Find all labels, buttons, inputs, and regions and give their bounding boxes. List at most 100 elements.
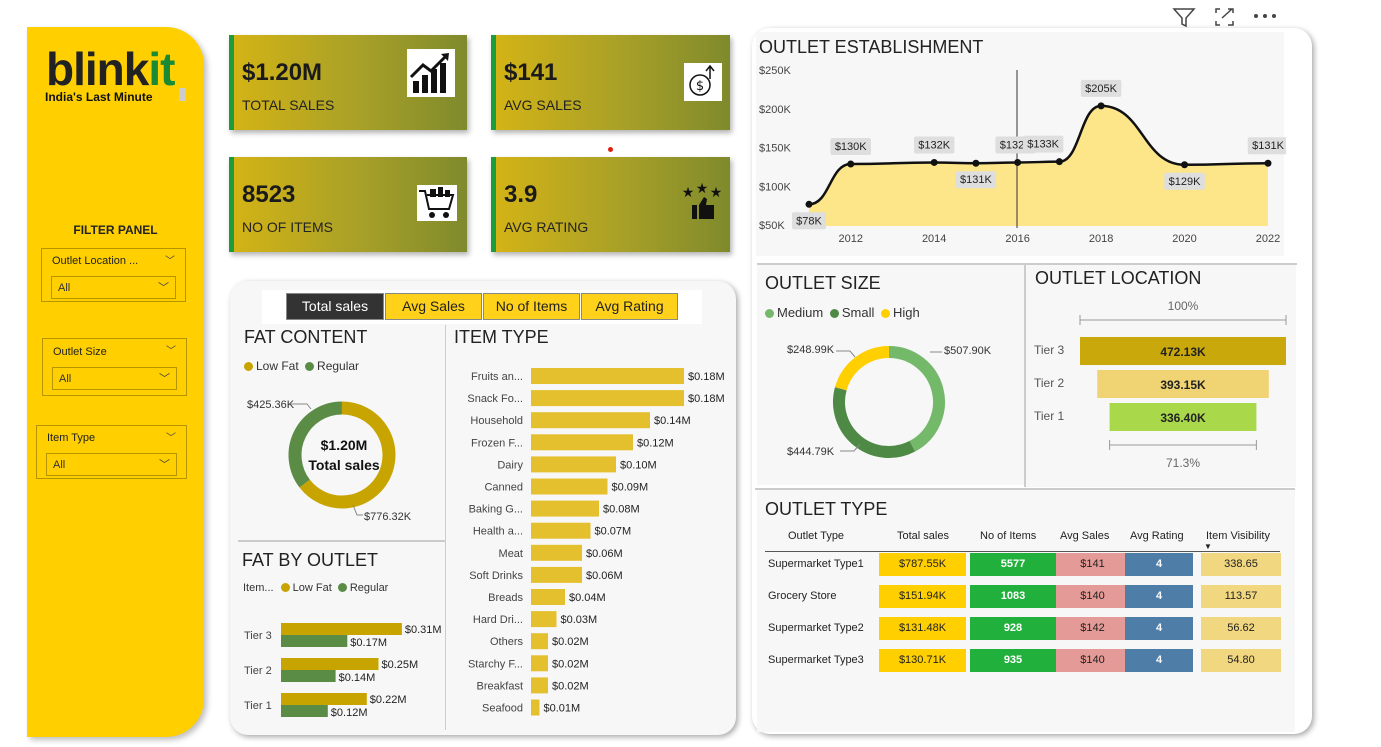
slicer-item-type[interactable]: Item Type ﹀ All ﹀ — [36, 425, 187, 479]
axis-tick-label: Frozen F... — [471, 437, 523, 449]
filter-icon[interactable] — [1172, 6, 1196, 28]
item-bar — [531, 633, 548, 650]
fat-content-title: FAT CONTENT — [244, 327, 368, 347]
kpi-avg-rating[interactable]: 3.9 AVG RATING ★ ★ ★ — [491, 157, 730, 252]
item-bar — [531, 390, 684, 407]
table-cell: $141 — [1056, 553, 1129, 576]
table-cell: 56.62 — [1201, 617, 1281, 640]
item-bar — [531, 456, 616, 473]
kpi-value: 3.9 — [504, 181, 538, 208]
data-label: $132K — [918, 139, 950, 151]
kpi-total-sales[interactable]: $1.20M TOTAL SALES — [229, 35, 467, 130]
legend-dot — [244, 362, 253, 371]
outlet-location-funnel[interactable]: 100% Tier 3 472.13K Tier 2 393.15K Tier 1 336.… — [1030, 295, 1294, 475]
table-cell: $131.48K — [879, 617, 966, 640]
table-cell: Supermarket Type3 — [768, 654, 864, 666]
donut-center-value: $1.20M — [320, 437, 368, 453]
donut-slice — [888, 346, 945, 452]
data-label: $0.14M — [654, 415, 691, 427]
item-type-chart[interactable]: Fruits an... $0.18M Snack Fo... $0.18M House… — [450, 362, 732, 722]
table-cell: 54.80 — [1201, 649, 1281, 672]
item-bar — [531, 544, 582, 561]
table-header[interactable]: Avg Rating — [1130, 525, 1184, 548]
axis-tick-label: Tier 1 — [1034, 409, 1065, 423]
donut-slice — [833, 387, 916, 458]
table-header[interactable]: Item Visibility — [1206, 525, 1270, 548]
kpi-value: $141 — [504, 59, 558, 86]
legend-dot — [765, 309, 774, 318]
axis-tick-label: 2020 — [1172, 233, 1196, 245]
outlet-type-table[interactable]: Outlet Type Total sales No of Items Avg Sal… — [760, 525, 1290, 685]
axis-tick-label: Tier 1 — [244, 700, 272, 712]
axis-tick-label: Tier 2 — [1034, 376, 1065, 390]
axis-tick-label: Canned — [484, 482, 523, 494]
tab-avg-rating[interactable]: Avg Rating — [581, 293, 678, 320]
axis-tick-label: $200K — [759, 104, 791, 116]
divider — [445, 325, 446, 730]
more-options-icon[interactable] — [1253, 12, 1277, 20]
tab-total-sales[interactable]: Total sales — [286, 293, 384, 320]
data-label: $425.36K — [247, 399, 295, 411]
table-header[interactable]: Avg Sales — [1060, 525, 1109, 548]
slicer-value: All — [59, 373, 72, 385]
chevron-down-icon[interactable]: ﹀ — [166, 429, 176, 444]
outlet-size-legend[interactable]: Medium Small High — [765, 305, 920, 320]
focus-mode-icon[interactable] — [1214, 7, 1236, 27]
axis-tick-label: Household — [470, 415, 523, 427]
axis-tick-label: Breakfast — [477, 680, 523, 692]
data-label: $0.18M — [688, 371, 725, 383]
fat-by-outlet-legend[interactable]: Item... Low Fat Regular — [243, 582, 388, 594]
axis-tick-label: Dairy — [497, 459, 523, 471]
table-cell: Supermarket Type1 — [768, 558, 864, 570]
table-cell: 4 — [1125, 585, 1193, 608]
chevron-down-icon: ﹀ — [158, 282, 169, 294]
chevron-down-icon[interactable]: ﹀ — [165, 252, 175, 267]
fat-content-legend[interactable]: Low Fat Regular — [244, 359, 359, 373]
chevron-down-icon[interactable]: ﹀ — [166, 342, 176, 357]
table-header[interactable]: Outlet Type — [788, 525, 844, 548]
tab-avg-sales[interactable]: Avg Sales — [385, 293, 482, 320]
slicer-outlet-location[interactable]: Outlet Location ... ﹀ All ﹀ — [41, 248, 186, 302]
data-point — [1264, 159, 1272, 167]
slicer-dropdown[interactable]: All ﹀ — [51, 276, 176, 299]
outlet-establishment-chart[interactable]: $250K $200K $150K $100K $50K 2012 2014 2016 2018… — [756, 58, 1286, 253]
axis-tick-label: 2014 — [922, 233, 946, 245]
bar-regular — [281, 705, 328, 717]
table-header[interactable]: Total sales — [897, 525, 949, 548]
filter-panel-title: FILTER PANEL — [73, 223, 158, 237]
data-label: $248.99K — [787, 344, 835, 356]
funnel-bottom-label: 71.3% — [1166, 456, 1200, 470]
bar-low-fat — [281, 693, 367, 705]
table-cell: 5577 — [970, 553, 1056, 576]
data-label: $133K — [1027, 139, 1059, 151]
kpi-no-of-items[interactable]: 8523 NO OF ITEMS — [229, 157, 467, 252]
rating-stars-icon: ★ ★ ★ — [682, 183, 722, 219]
slicer-outlet-size[interactable]: Outlet Size ﹀ All ﹀ — [42, 338, 187, 396]
data-label: $0.18M — [688, 393, 725, 405]
data-label: $131K — [1252, 140, 1284, 152]
leader-line — [836, 350, 856, 358]
legend-dot — [881, 309, 891, 318]
item-bar — [531, 677, 548, 694]
svg-text:★: ★ — [696, 183, 709, 197]
item-bar — [531, 655, 548, 672]
fat-by-outlet-title: FAT BY OUTLET — [242, 550, 379, 570]
table-cell: 4 — [1125, 649, 1193, 672]
axis-tick-label: Snack Fo... — [467, 393, 523, 405]
data-label: $0.31M — [405, 624, 442, 636]
tab-no-of-items[interactable]: No of Items — [483, 293, 580, 320]
table-cell: 113.57 — [1201, 585, 1281, 608]
legend-title: Item... — [243, 582, 274, 594]
slicer-dropdown[interactable]: All ﹀ — [52, 367, 177, 390]
slicer-label: Outlet Location ... — [52, 255, 139, 267]
data-label: $0.17M — [350, 637, 387, 649]
axis-tick-label: $250K — [759, 65, 791, 77]
kpi-value: 8523 — [242, 181, 296, 208]
slicer-value: All — [53, 459, 66, 471]
slicer-dropdown[interactable]: All ﹀ — [46, 453, 177, 476]
fat-by-outlet-chart[interactable]: Tier 3 $0.31M $0.17M Tier 2 $0.25M $0.14M Tier… — [238, 612, 443, 722]
legend-label: High — [893, 305, 920, 320]
table-header[interactable]: No of Items — [980, 525, 1036, 548]
kpi-avg-sales[interactable]: $141 AVG SALES $ — [491, 35, 730, 130]
bar-low-fat — [281, 658, 379, 670]
